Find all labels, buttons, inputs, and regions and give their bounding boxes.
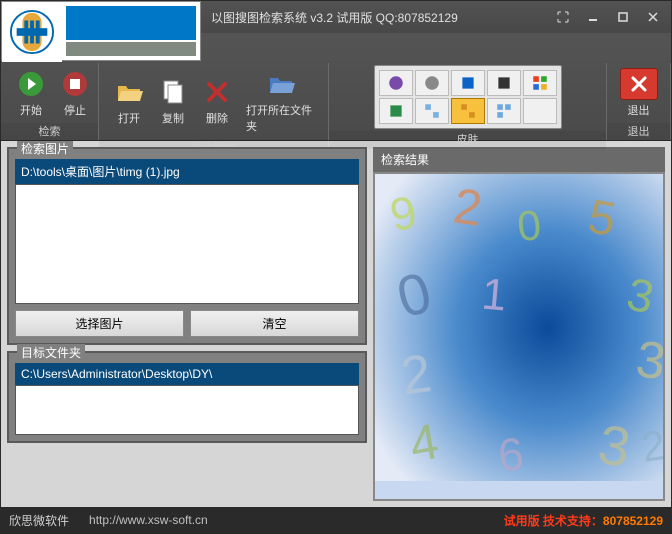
search-image-path[interactable]: D:\tools\桌面\图片\timg (1).jpg (15, 159, 359, 184)
status-company: 欣思微软件 (9, 512, 69, 529)
svg-text:1: 1 (480, 270, 509, 321)
skin-option-active[interactable] (451, 98, 485, 124)
skin-option[interactable] (523, 98, 557, 124)
skin-option[interactable] (379, 70, 413, 96)
results-header: 检索结果 (373, 147, 665, 172)
window-title: 以图搜图检索系统 v3.2 试用版 QQ:807852129 (211, 9, 458, 26)
open-button[interactable]: 打开 (107, 73, 151, 129)
skin-option[interactable] (523, 70, 557, 96)
logo-bars (62, 2, 200, 60)
select-image-button[interactable]: 选择图片 (15, 310, 184, 337)
results-body: 9 2 0 5 0 1 2 3 4 3 6 3 2 (373, 172, 665, 501)
logo-icon (2, 2, 62, 62)
target-folder-list (15, 385, 359, 435)
open-in-folder-button[interactable]: 打开所在文件夹 (239, 65, 323, 137)
maximize-button[interactable] (609, 7, 637, 27)
statusbar: 欣思微软件 http://www.xsw-soft.cn 试用版 技术支持：80… (1, 507, 671, 533)
start-button[interactable]: 开始 (9, 65, 53, 121)
stop-button[interactable]: 停止 (53, 65, 97, 121)
skin-option[interactable] (379, 98, 413, 124)
main-area: 检索图片 D:\tools\桌面\图片\timg (1).jpg 选择图片 清空… (1, 141, 671, 507)
exit-button[interactable]: 退出 (615, 65, 662, 121)
skin-option[interactable] (487, 70, 521, 96)
svg-text:6: 6 (495, 427, 526, 481)
search-image-legend: 检索图片 (17, 141, 73, 157)
skin-option[interactable] (415, 98, 449, 124)
logo-block (1, 1, 201, 61)
svg-text:0: 0 (515, 201, 543, 250)
fullscreen-icon[interactable] (549, 7, 577, 27)
group-label-skin: 皮肤 (329, 131, 606, 149)
skin-option[interactable] (487, 98, 521, 124)
search-image-panel: 检索图片 D:\tools\桌面\图片\timg (1).jpg 选择图片 清空 (7, 147, 367, 345)
skin-option[interactable] (415, 70, 449, 96)
skin-selector (374, 65, 562, 129)
copy-button[interactable]: 复制 (151, 73, 195, 129)
target-folder-path[interactable]: C:\Users\Administrator\Desktop\DY\ (15, 363, 359, 385)
target-folder-panel: 目标文件夹 C:\Users\Administrator\Desktop\DY\ (7, 351, 367, 443)
search-image-preview (15, 184, 359, 304)
delete-button[interactable]: 删除 (195, 73, 239, 129)
target-folder-legend: 目标文件夹 (17, 344, 85, 361)
status-right: 试用版 技术支持：807852129 (504, 512, 663, 529)
skin-option[interactable] (451, 70, 485, 96)
clear-button[interactable]: 清空 (190, 310, 359, 337)
group-label-exit: 退出 (607, 123, 670, 141)
titlebar: 以图搜图检索系统 v3.2 试用版 QQ:807852129 (1, 1, 671, 33)
close-button[interactable] (639, 7, 667, 27)
group-label-search: 检索 (1, 123, 98, 141)
minimize-button[interactable] (579, 7, 607, 27)
status-url[interactable]: http://www.xsw-soft.cn (89, 513, 208, 527)
